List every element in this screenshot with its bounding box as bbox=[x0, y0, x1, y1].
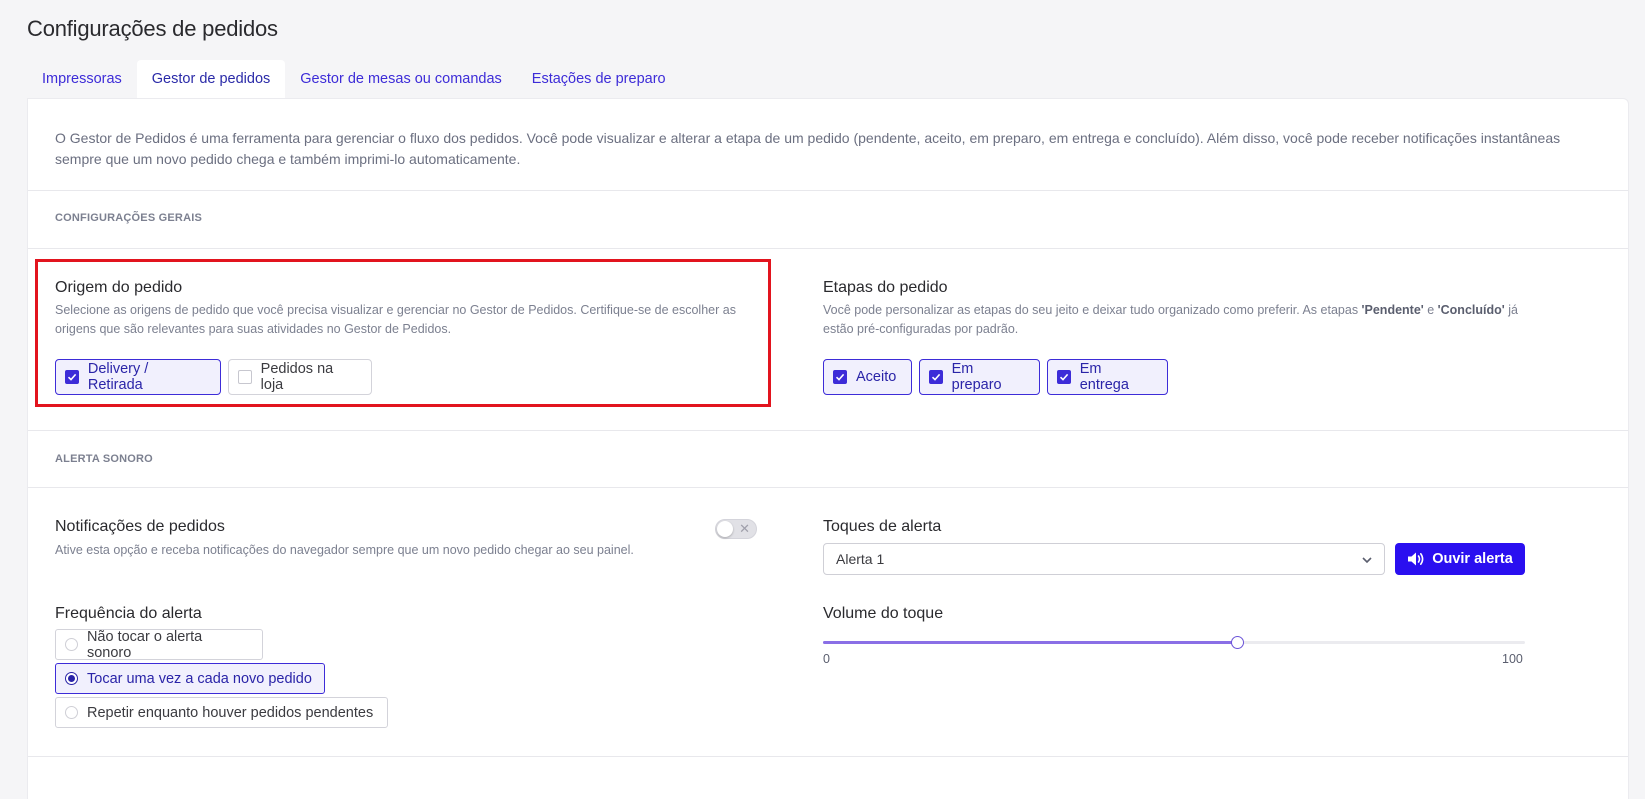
tab-estacoes-de-preparo[interactable]: Estações de preparo bbox=[517, 60, 681, 98]
chevron-down-icon bbox=[1362, 557, 1372, 564]
volume-slider[interactable] bbox=[823, 636, 1525, 649]
etapa-option-em-preparo[interactable]: Em preparo bbox=[919, 359, 1040, 395]
page-title: Configurações de pedidos bbox=[27, 16, 278, 41]
divider bbox=[28, 248, 1628, 249]
volume-max-label: 100 bbox=[1502, 652, 1523, 666]
divider bbox=[28, 430, 1628, 431]
frequencia-option-tocar-uma-vez[interactable]: Tocar uma vez a cada novo pedido bbox=[55, 663, 325, 694]
tab-bar: Impressoras Gestor de pedidos Gestor de … bbox=[27, 60, 681, 98]
frequencia-title: Frequência do alerta bbox=[55, 605, 202, 622]
toques-selected-value: Alerta 1 bbox=[836, 551, 885, 567]
highlight-box bbox=[35, 259, 771, 407]
checkbox-checked-icon bbox=[929, 370, 943, 384]
settings-card: O Gestor de Pedidos é uma ferramenta par… bbox=[27, 98, 1629, 799]
speaker-icon bbox=[1408, 552, 1424, 566]
checkbox-checked-icon bbox=[833, 370, 847, 384]
frequencia-option-label: Tocar uma vez a cada novo pedido bbox=[87, 670, 312, 687]
volume-slider-fill bbox=[823, 641, 1238, 644]
etapa-option-label: Aceito bbox=[856, 369, 897, 385]
etapa-option-label: Em entrega bbox=[1079, 361, 1129, 393]
notifications-description: Ative esta opção e receba notificações d… bbox=[55, 543, 634, 557]
radio-selected-icon bbox=[65, 672, 78, 685]
section-label-general: CONFIGURAÇÕES GERAIS bbox=[55, 212, 203, 224]
toques-title: Toques de alerta bbox=[823, 518, 942, 535]
etapas-description: Você pode personalizar as etapas do seu … bbox=[823, 303, 1518, 336]
notifications-title: Notificações de pedidos bbox=[55, 518, 225, 535]
etapas-title: Etapas do pedido bbox=[823, 279, 948, 296]
divider bbox=[28, 487, 1628, 488]
etapa-option-aceito[interactable]: Aceito bbox=[823, 359, 912, 395]
divider bbox=[28, 190, 1628, 191]
checkbox-checked-icon bbox=[1057, 370, 1071, 384]
tab-gestor-de-pedidos[interactable]: Gestor de pedidos bbox=[136, 60, 286, 98]
volume-slider-thumb[interactable] bbox=[1231, 636, 1245, 649]
intro-text: O Gestor de Pedidos é uma ferramenta par… bbox=[55, 130, 1561, 167]
divider bbox=[28, 756, 1628, 757]
frequencia-option-label: Repetir enquanto houver pedidos pendente… bbox=[87, 704, 374, 721]
notifications-toggle[interactable]: ✕ bbox=[715, 519, 757, 539]
play-alert-button[interactable]: Ouvir alerta bbox=[1395, 543, 1525, 575]
frequencia-option-nao-tocar[interactable]: Não tocar o alerta sonoro bbox=[55, 628, 263, 661]
radio-unselected-icon bbox=[65, 706, 78, 719]
toques-select[interactable]: Alerta 1 bbox=[823, 543, 1385, 575]
toggle-knob bbox=[717, 521, 733, 537]
play-alert-label: Ouvir alerta bbox=[1432, 551, 1513, 567]
frequencia-option-label: Não tocar o alerta sonoro bbox=[86, 628, 203, 661]
close-icon: ✕ bbox=[739, 521, 750, 536]
tab-impressoras[interactable]: Impressoras bbox=[27, 60, 137, 98]
radio-unselected-icon bbox=[65, 638, 78, 651]
etapa-option-em-entrega[interactable]: Em entrega bbox=[1047, 359, 1168, 395]
tab-gestor-de-mesas[interactable]: Gestor de mesas ou comandas bbox=[285, 60, 517, 98]
volume-min-label: 0 bbox=[823, 652, 830, 666]
etapa-option-label: Em preparo bbox=[951, 361, 1002, 393]
volume-title: Volume do toque bbox=[823, 605, 944, 622]
frequencia-option-repetir[interactable]: Repetir enquanto houver pedidos pendente… bbox=[55, 697, 388, 728]
section-label-alert: ALERTA SONORO bbox=[55, 453, 153, 465]
